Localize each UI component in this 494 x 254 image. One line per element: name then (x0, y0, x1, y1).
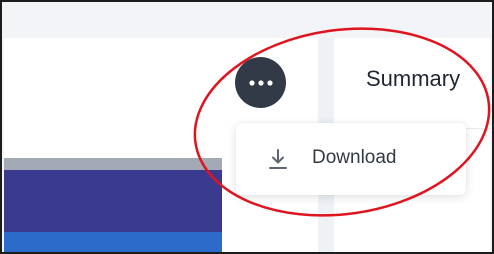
menu-item-download[interactable]: Download (236, 123, 466, 195)
menu-item-download-label: Download (312, 147, 397, 168)
top-strip (4, 4, 490, 38)
more-options-button[interactable] (235, 57, 286, 108)
chart-block-purple (4, 170, 222, 232)
chart-block-blue (4, 232, 222, 252)
options-dropdown-menu: Download (236, 123, 466, 195)
download-icon (269, 149, 287, 169)
chart-header-bar (4, 158, 222, 170)
summary-title: Summary (366, 66, 461, 91)
more-horizontal-icon (248, 79, 273, 86)
